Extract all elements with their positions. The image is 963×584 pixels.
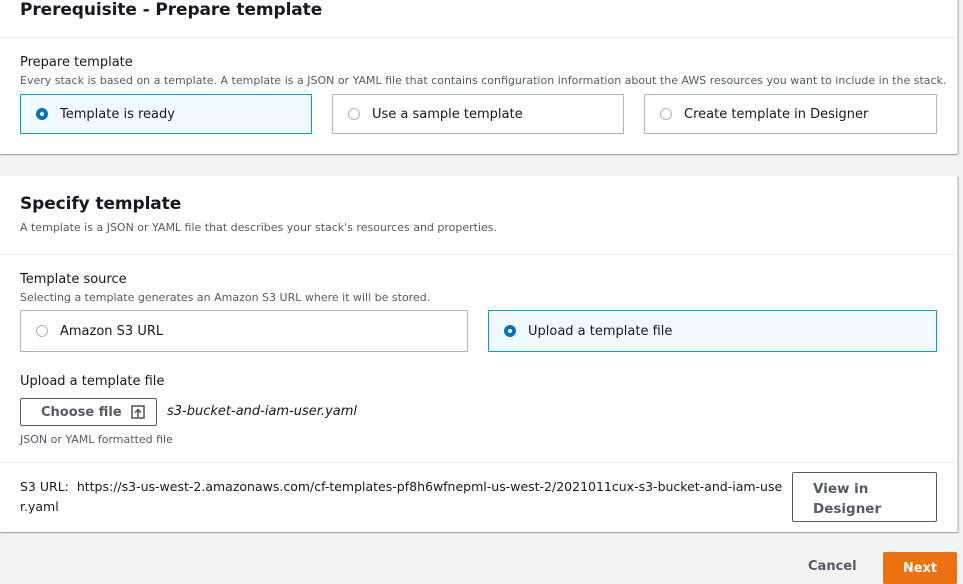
- option-label: Amazon S3 URL: [60, 323, 164, 339]
- choose-file-button[interactable]: Choose file: [20, 398, 157, 426]
- section-divider: [0, 254, 957, 255]
- option-label: Template is ready: [60, 106, 175, 122]
- template-source-description: Selecting a template generates an Amazon…: [20, 291, 431, 304]
- prerequisite-panel: Prerequisite - Prepare template Prepare …: [0, 0, 958, 154]
- s3-url-value: https://s3-us-west-2.amazonaws.com/cf-te…: [20, 479, 783, 514]
- upload-hint: JSON or YAML formatted file: [20, 433, 173, 446]
- cancel-button[interactable]: Cancel: [808, 559, 857, 574]
- s3-url-label: S3 URL:: [20, 479, 69, 494]
- radio-icon[interactable]: [504, 325, 516, 337]
- s3-url-row: S3 URL: https://s3-us-west-2.amazonaws.c…: [20, 477, 790, 517]
- radio-icon[interactable]: [660, 108, 672, 120]
- prepare-template-label: Prepare template: [20, 55, 133, 70]
- view-in-designer-button[interactable]: View in Designer: [792, 472, 937, 522]
- upload-file-label: Upload a template file: [20, 374, 165, 389]
- prepare-template-description: Every stack is based on a template. A te…: [20, 74, 947, 87]
- view-in-designer-label: View in Designer: [813, 481, 882, 517]
- section-divider: [0, 462, 957, 463]
- choose-file-label: Choose file: [41, 404, 122, 420]
- option-label: Create template in Designer: [684, 106, 869, 122]
- next-button[interactable]: Next: [883, 552, 957, 584]
- upload-icon: [130, 405, 145, 419]
- radio-icon[interactable]: [36, 108, 48, 120]
- radio-icon[interactable]: [348, 108, 360, 120]
- selected-file-name: s3-bucket-and-iam-user.yaml: [167, 404, 357, 419]
- radio-icon[interactable]: [36, 325, 48, 337]
- option-sample-template[interactable]: Use a sample template: [332, 94, 624, 134]
- option-create-designer[interactable]: Create template in Designer: [644, 94, 937, 134]
- prerequisite-title: Prerequisite - Prepare template: [20, 0, 323, 20]
- specify-template-title: Specify template: [20, 194, 182, 214]
- template-source-label: Template source: [20, 272, 127, 287]
- prerequisite-header: Prerequisite - Prepare template: [0, 0, 957, 38]
- option-upload-file[interactable]: Upload a template file: [488, 310, 937, 352]
- specify-template-panel: Specify template A template is a JSON or…: [0, 176, 958, 532]
- option-label: Use a sample template: [372, 106, 523, 122]
- option-label: Upload a template file: [528, 323, 673, 339]
- option-template-ready[interactable]: Template is ready: [20, 94, 312, 134]
- specify-template-description: A template is a JSON or YAML file that d…: [20, 221, 498, 234]
- option-s3-url[interactable]: Amazon S3 URL: [20, 310, 468, 352]
